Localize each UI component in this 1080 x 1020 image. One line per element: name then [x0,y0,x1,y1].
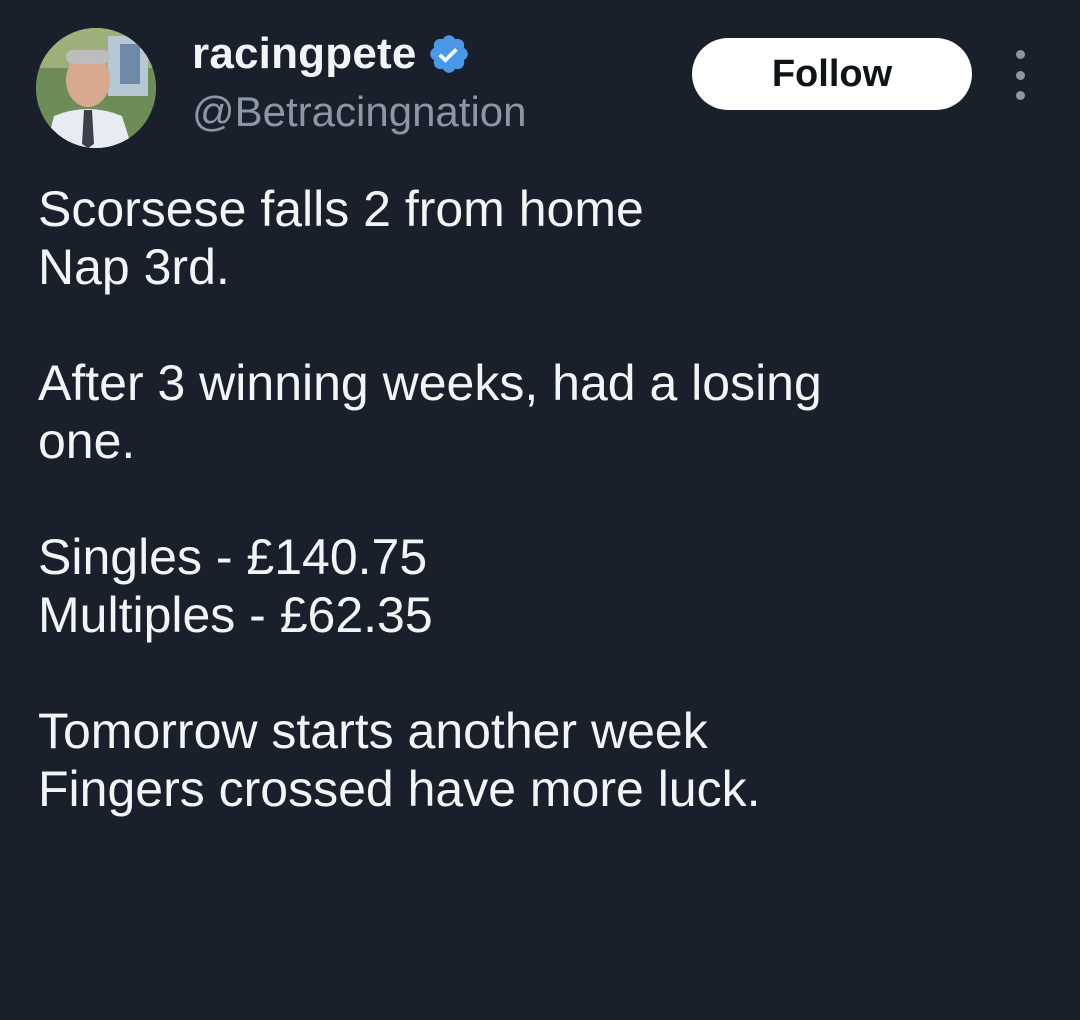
more-dot [1015,70,1025,80]
more-vertical-icon[interactable] [1004,50,1036,100]
more-dot [1015,50,1025,59]
tweet-line: After 3 winning weeks, had a losing [38,355,822,411]
display-name[interactable]: racingpete [192,29,417,79]
tweet-line: Tomorrow starts another week [38,703,708,759]
follow-button[interactable]: Follow [692,38,972,110]
tweet-line-break [38,296,1048,354]
avatar[interactable] [36,28,156,148]
tweet-line: Fingers crossed have more luck. [38,761,761,817]
tweet-line: Multiples - £62.35 [38,587,433,643]
tweet-line: Scorsese falls 2 from home [38,181,644,237]
tweet-line: one. [38,413,136,469]
tweet-line: Nap 3rd. [38,239,230,295]
user-handle[interactable]: @Betracingnation [192,86,527,138]
more-dot [1015,91,1025,100]
display-name-row: racingpete [192,26,471,82]
verified-badge-icon [427,32,471,76]
avatar-image [36,28,156,148]
tweet-line: Singles - £140.75 [38,529,428,585]
tweet-text: Scorsese falls 2 from home Nap 3rd. Afte… [38,180,1048,818]
tweet-line-break [38,470,1048,528]
tweet-line-break [38,644,1048,702]
